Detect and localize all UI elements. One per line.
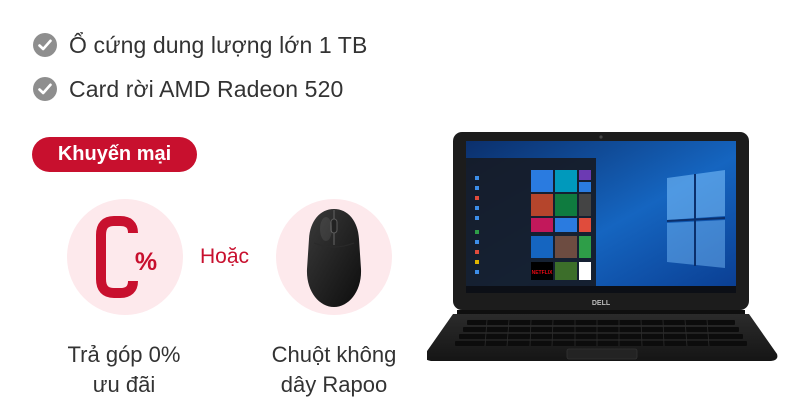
wireless-mouse-offer-option[interactable]: [276, 199, 392, 315]
laptop-product-image: NETFLIX DELL: [427, 132, 778, 361]
installment-label-line1: Trả góp 0%: [67, 342, 181, 367]
or-separator: Hoặc: [200, 245, 250, 268]
feature-item: Card rời AMD Radeon 520: [33, 75, 343, 103]
wireless-mouse-image: [306, 209, 362, 307]
check-circle-icon: [33, 33, 57, 57]
svg-text:%: %: [135, 248, 157, 276]
check-circle-icon: [33, 77, 57, 101]
netflix-tile-label: NETFLIX: [532, 270, 553, 276]
installment-label-line2: ưu đãi: [92, 372, 156, 397]
dell-logo: DELL: [592, 300, 611, 307]
installment-offer-label: Trả góp 0% ưu đãi: [39, 340, 209, 400]
mouse-label-line2: dây Rapoo: [280, 372, 388, 397]
mouse-offer-label: Chuột không dây Rapoo: [249, 340, 419, 400]
zero-percent-icon: %: [96, 216, 157, 298]
installment-offer-option[interactable]: %: [67, 199, 183, 315]
mouse-label-line1: Chuột không: [271, 342, 397, 367]
promotion-badge: Khuyến mại: [32, 137, 197, 172]
feature-item: Ổ cứng dung lượng lớn 1 TB: [33, 31, 367, 59]
feature-text: Card rời AMD Radeon 520: [69, 75, 344, 102]
feature-text: Ổ cứng dung lượng lớn 1 TB: [69, 31, 368, 58]
